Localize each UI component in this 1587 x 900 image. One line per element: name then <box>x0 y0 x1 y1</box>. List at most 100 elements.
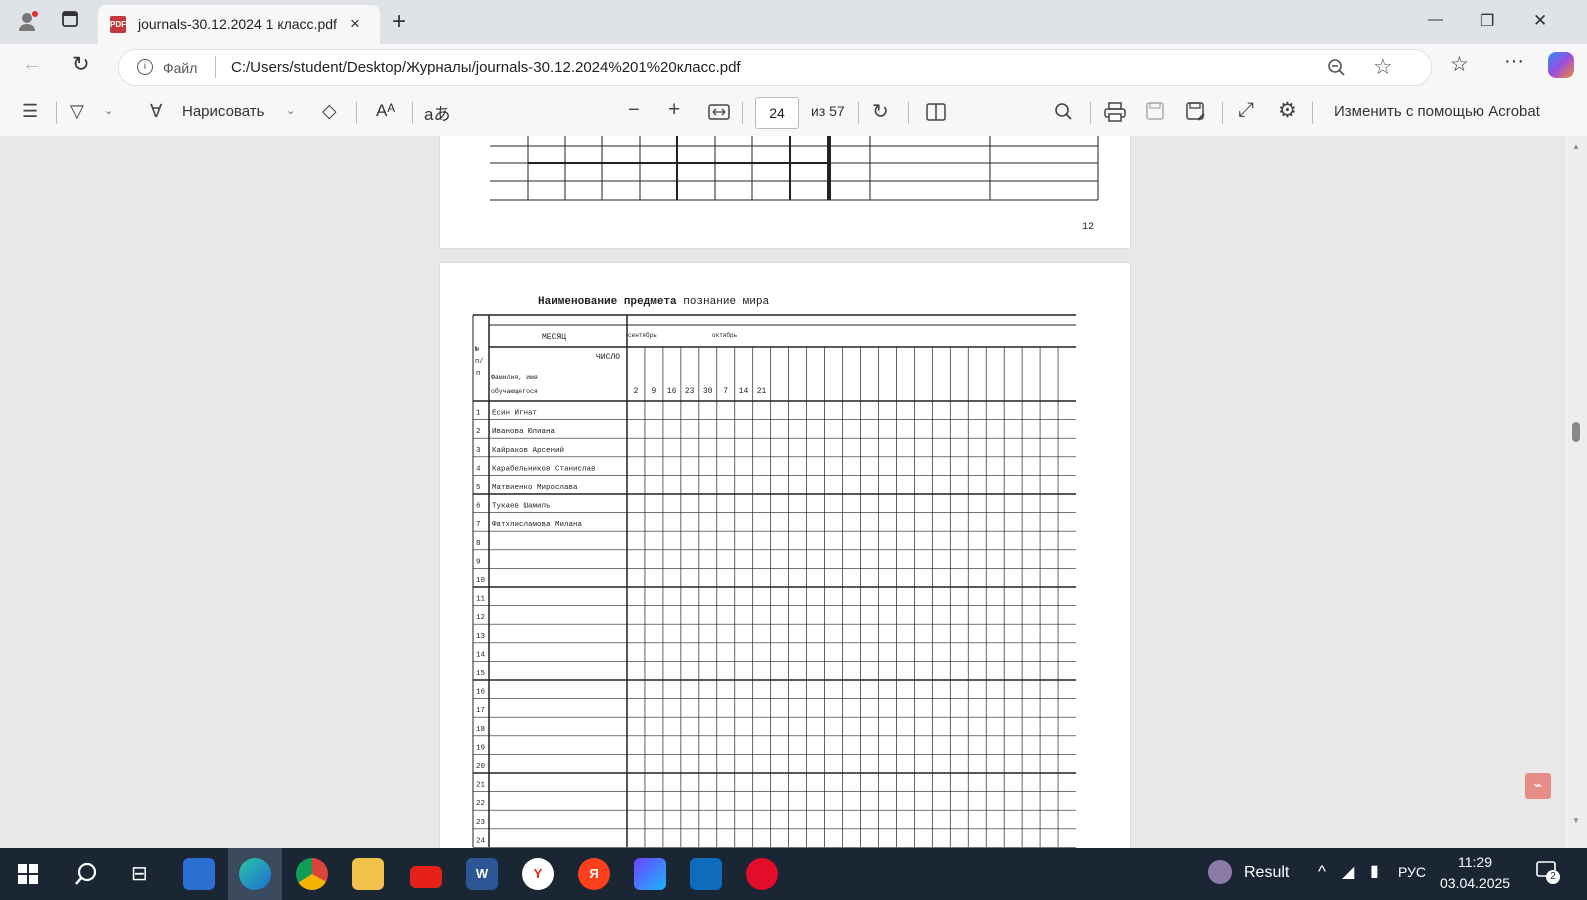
date-label: 21 <box>757 387 767 396</box>
minimize-button[interactable]: — <box>1428 11 1443 28</box>
draw-button[interactable]: Нарисовать <box>182 103 264 120</box>
copilot-icon[interactable] <box>1548 52 1574 78</box>
student-name: Есин Игнат <box>492 410 538 418</box>
edge-icon[interactable] <box>239 858 271 890</box>
tray-chevron-icon[interactable]: ^ <box>1318 862 1326 882</box>
student-name: Фатхлисламова Милана <box>492 521 583 529</box>
notification-center-icon[interactable]: 2 <box>1536 860 1560 884</box>
restore-button[interactable]: ❐ <box>1480 11 1494 31</box>
divider <box>356 102 357 124</box>
student-number: 4 <box>476 465 481 473</box>
rotate-icon[interactable]: ↻ <box>872 99 889 124</box>
student-name: Матвиенко Мирослава <box>492 484 578 492</box>
yandex-browser-icon[interactable]: Y <box>522 858 554 890</box>
close-window-button[interactable]: ✕ <box>1533 11 1547 31</box>
page-view-icon[interactable] <box>926 103 946 121</box>
youtube-icon[interactable] <box>410 866 442 888</box>
tab-active[interactable]: PDF journals-30.12.2024 1 класс.pdf × <box>98 5 380 44</box>
search-icon[interactable] <box>1054 102 1074 122</box>
clock-date[interactable]: 03.04.2025 <box>1440 875 1510 891</box>
pdf-file-icon: PDF <box>110 16 126 33</box>
acrobat-icon[interactable]: ⌁ <box>1525 773 1551 799</box>
task-view-icon[interactable]: ⊟ <box>131 861 148 886</box>
pdf-page-previous: 12 <box>440 136 1130 248</box>
tab-actions-icon[interactable] <box>58 10 82 34</box>
student-number: 12 <box>476 614 485 622</box>
date-label: 2 <box>633 387 638 396</box>
draw-dropdown-icon[interactable]: ⌄ <box>286 104 295 117</box>
back-arrow-icon[interactable]: ← <box>22 53 42 76</box>
student-name: Тукаев Шамиль <box>492 503 551 511</box>
contents-icon[interactable]: ☰ <box>22 101 38 122</box>
more-icon[interactable]: ··· <box>1504 50 1524 73</box>
opera-icon[interactable] <box>746 858 778 890</box>
page-number-input[interactable]: 24 <box>755 97 799 129</box>
url-text[interactable]: C:/Users/student/Desktop/Журналы/journal… <box>231 59 741 76</box>
student-number: 18 <box>476 726 485 734</box>
pdf-viewer[interactable]: 12 Наименование предмета познание мира М… <box>0 136 1587 848</box>
video-editor-icon[interactable] <box>634 858 666 890</box>
read-aloud-icon[interactable]: Aᴬ <box>376 101 395 121</box>
weather-icon[interactable] <box>1208 860 1232 884</box>
divider <box>412 102 413 124</box>
student-number: 6 <box>476 503 481 511</box>
header-num-letter: п <box>476 370 480 378</box>
header-name-line1: Фамилия, имя <box>491 374 538 381</box>
language-indicator[interactable]: РУС <box>1398 864 1426 880</box>
edit-with-acrobat-button[interactable]: Изменить с помощью Acrobat <box>1334 103 1540 120</box>
date-label: 23 <box>685 387 695 396</box>
chrome-icon[interactable] <box>296 858 328 890</box>
draw-icon[interactable]: ∀ <box>150 101 162 122</box>
new-tab-button[interactable]: + <box>392 8 406 36</box>
yandex-icon[interactable]: Я <box>578 858 610 890</box>
tab-strip: PDF journals-30.12.2024 1 класс.pdf × + … <box>0 0 1587 44</box>
file-explorer-icon[interactable] <box>352 858 384 890</box>
header-name-line2: обучающегося <box>491 387 538 395</box>
volume-icon[interactable]: ▮ <box>1370 861 1379 881</box>
search-icon[interactable] <box>74 862 98 886</box>
word-icon[interactable]: W <box>466 858 498 890</box>
weather-label[interactable]: Result <box>1244 864 1289 882</box>
zoom-out-icon[interactable] <box>1327 58 1347 78</box>
favorite-star-icon[interactable]: ☆ <box>1373 54 1393 80</box>
journal-table: МЕСЯЦ ЧИСЛО № п/п Фамилия, имя обучающегося се… <box>472 314 1076 848</box>
address-field[interactable]: i Файл C:/Users/student/Desktop/Журналы/… <box>118 49 1432 86</box>
scroll-down-arrow-icon[interactable]: ▼ <box>1572 816 1580 825</box>
save-icon[interactable] <box>1146 102 1164 120</box>
windows-start-icon[interactable] <box>18 864 38 884</box>
translate-icon[interactable]: aあ <box>424 100 450 125</box>
network-icon[interactable]: ◢ <box>1342 862 1354 882</box>
student-number: 3 <box>476 447 481 455</box>
date-label: 9 <box>651 387 656 396</box>
student-number: 24 <box>476 837 486 845</box>
tab-close-button[interactable]: × <box>350 14 360 34</box>
store-icon[interactable] <box>183 858 215 890</box>
scroll-up-arrow-icon[interactable]: ▲ <box>1572 142 1580 151</box>
student-name: Иванова Юлиана <box>492 428 556 436</box>
header-month: МЕСЯЦ <box>542 333 566 342</box>
save-as-icon[interactable] <box>1186 102 1206 122</box>
info-icon[interactable]: i <box>137 59 153 75</box>
highlight-dropdown-icon[interactable]: ⌄ <box>104 104 113 117</box>
zoom-out-button[interactable]: − <box>628 99 640 122</box>
fit-page-icon[interactable] <box>708 103 730 121</box>
clock-time[interactable]: 11:29 <box>1458 854 1492 870</box>
notification-count-badge: 2 <box>1546 870 1560 884</box>
outlook-icon[interactable] <box>690 858 722 890</box>
highlight-icon[interactable]: ▽ <box>70 101 84 122</box>
date-label: 30 <box>703 387 713 396</box>
favorites-icon[interactable]: ☆ <box>1450 52 1469 77</box>
month-label: сентябрь <box>628 332 657 339</box>
date-label: 7 <box>723 387 728 396</box>
pdf-page-current: Наименование предмета познание мира МЕСЯ… <box>440 263 1130 848</box>
zoom-in-button[interactable]: + <box>668 98 680 122</box>
scrollbar-thumb[interactable] <box>1572 422 1580 442</box>
settings-gear-icon[interactable]: ⚙ <box>1278 98 1297 123</box>
profile-icon[interactable] <box>16 10 40 34</box>
fullscreen-icon[interactable]: ⤢ <box>1238 99 1254 122</box>
vertical-scrollbar[interactable]: ▲ ▼ <box>1565 136 1587 848</box>
print-icon[interactable] <box>1104 102 1126 122</box>
reload-icon[interactable]: ↻ <box>72 52 90 77</box>
student-number: 19 <box>476 744 485 752</box>
eraser-icon[interactable]: ◇ <box>322 100 337 123</box>
